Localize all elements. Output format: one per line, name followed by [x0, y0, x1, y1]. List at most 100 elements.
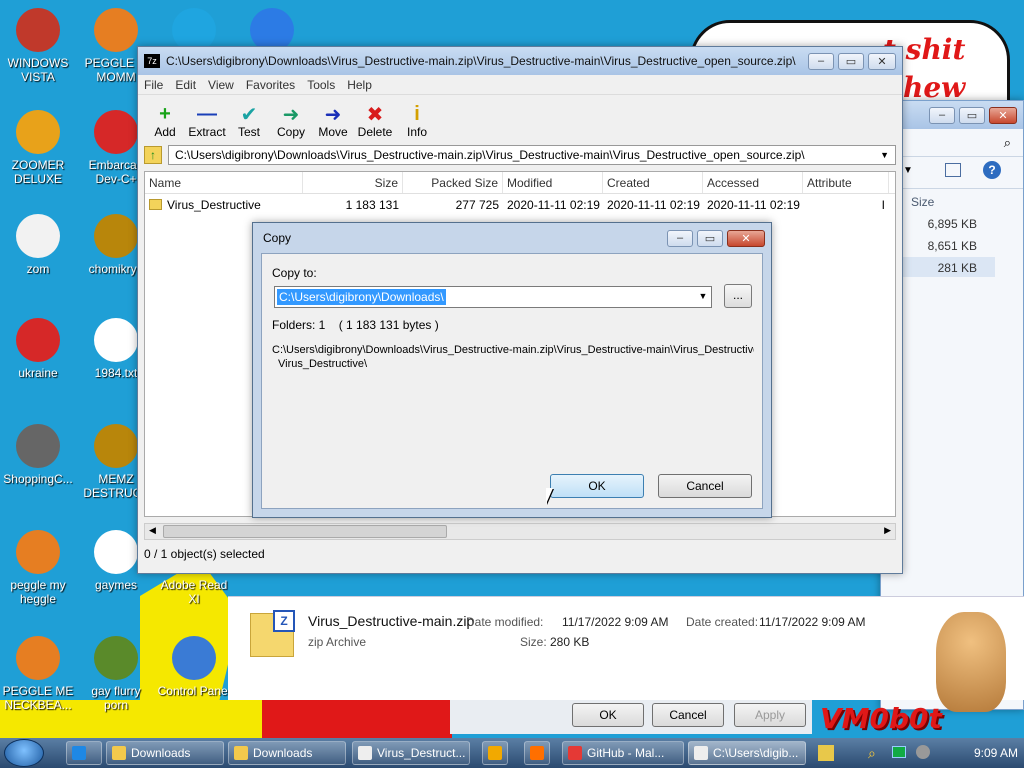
scrollbar-thumb[interactable]: [163, 525, 447, 538]
column-header[interactable]: Packed Size: [403, 172, 503, 193]
cancel-button[interactable]: Cancel: [658, 474, 752, 498]
column-header[interactable]: Size: [303, 172, 403, 193]
address-dropdown-icon[interactable]: ▼: [880, 150, 889, 160]
toolbar-copy-button[interactable]: ➜ Copy: [270, 103, 312, 140]
source-path-line1: C:\Users\digibrony\Downloads\Virus_Destr…: [272, 344, 754, 356]
properties-apply-button[interactable]: Apply: [734, 703, 806, 727]
network-icon[interactable]: [892, 746, 906, 758]
desktop-icon[interactable]: ShoppingC...: [0, 424, 76, 486]
toolbar-extract-button[interactable]: — Extract: [186, 102, 228, 140]
view-dropdown-icon[interactable]: ▼: [903, 165, 913, 176]
chevron-down-icon[interactable]: ▼: [697, 291, 709, 301]
menu-item[interactable]: Tools: [301, 78, 341, 92]
tray-icon[interactable]: [818, 745, 834, 761]
desktop-icon-image: [16, 8, 60, 52]
horizontal-scrollbar[interactable]: ◀ ▶: [144, 523, 896, 540]
menu-bar: File Edit View Favorites Tools Help: [138, 75, 902, 95]
menu-item[interactable]: Help: [341, 78, 378, 92]
help-icon[interactable]: ?: [983, 161, 1001, 179]
taskbar-item[interactable]: [482, 741, 508, 765]
extract-icon: —: [197, 102, 217, 125]
menu-item[interactable]: View: [202, 78, 240, 92]
taskbar-item[interactable]: Downloads: [106, 741, 224, 765]
search-tray-icon[interactable]: ⌕: [868, 745, 876, 762]
toolbar-label: Info: [406, 125, 427, 139]
toolbar-info-button[interactable]: i Info: [396, 102, 438, 140]
desktop-icon-image: [94, 8, 138, 52]
desktop-icon-image: [16, 530, 60, 574]
desktop-icon-image: [16, 636, 60, 680]
size-column-header[interactable]: Size: [911, 195, 934, 209]
dialog-maximize-button[interactable]: ▭: [697, 229, 723, 247]
toolbar-delete-button[interactable]: ✖ Delete: [354, 103, 396, 140]
menu-item[interactable]: Favorites: [240, 78, 301, 92]
up-folder-icon[interactable]: ↑: [144, 146, 162, 164]
desktop-icon[interactable]: gay flurry porn: [78, 636, 154, 712]
taskbar-item[interactable]: Virus_Destruct...: [352, 741, 470, 765]
sevenzip-minimize-button[interactable]: ‒: [808, 52, 834, 70]
desktop-icon[interactable]: ukraine: [0, 318, 76, 380]
desktop-icon-label: ShoppingC...: [3, 472, 73, 486]
clock[interactable]: 9:09 AM: [974, 746, 1018, 760]
explorer-maximize-button[interactable]: ▭: [959, 106, 985, 124]
desktop-icon-image: [172, 636, 216, 680]
sevenzip-close-button[interactable]: ✕: [868, 52, 896, 70]
column-header[interactable]: Attribute: [803, 172, 889, 193]
menu-item[interactable]: Edit: [169, 78, 202, 92]
column-header[interactable]: Created: [603, 172, 703, 193]
copy-to-combobox[interactable]: C:\Users\digibrony\Downloads\ ▼: [274, 286, 712, 308]
size-label: Size:: [520, 635, 547, 649]
table-row[interactable]: Virus_Destructive 1 183 131 277 725 2020-11…: [145, 194, 895, 216]
test-icon: ✔: [240, 103, 258, 126]
toolbar-test-button[interactable]: ✔ Test: [228, 103, 270, 140]
volume-icon[interactable]: [916, 745, 930, 759]
dialog-close-button[interactable]: ✕: [727, 229, 765, 247]
copy-to-value[interactable]: C:\Users\digibrony\Downloads\: [277, 289, 446, 305]
properties-cancel-button[interactable]: Cancel: [652, 703, 724, 727]
folders-info: Folders: 1 ( 1 183 131 bytes ): [272, 318, 439, 332]
info-icon: i: [414, 102, 420, 125]
column-header[interactable]: Name: [145, 172, 303, 193]
search-icon[interactable]: ⌕: [1004, 135, 1011, 151]
desktop-icon[interactable]: zom: [0, 214, 76, 276]
sevenzip-maximize-button[interactable]: ▭: [838, 52, 864, 70]
desktop-icon[interactable]: peggle my heggle: [0, 530, 76, 606]
taskbar-item[interactable]: [524, 741, 550, 765]
browse-button[interactable]: ...: [724, 284, 752, 308]
column-header[interactable]: Modified: [503, 172, 603, 193]
mouse-cursor-icon: [546, 488, 553, 504]
table-cell: 2020-11-11 02:19: [507, 198, 600, 212]
taskbar-item-icon: [694, 746, 708, 760]
desktop-icon-image: [16, 110, 60, 154]
explorer-minimize-button[interactable]: ‒: [929, 106, 955, 124]
scroll-right-icon[interactable]: ▶: [884, 525, 891, 536]
properties-ok-button[interactable]: OK: [572, 703, 644, 727]
date-modified-value: 11/17/2022 9:09 AM: [562, 615, 669, 629]
explorer-close-button[interactable]: ✕: [989, 106, 1017, 124]
toolbar-label: Extract: [188, 125, 226, 139]
desktop-icon[interactable]: PEGGLE ME NECKBEA...: [0, 636, 76, 712]
column-header[interactable]: Accessed: [703, 172, 803, 193]
start-button[interactable]: [4, 739, 44, 767]
taskbar-item[interactable]: Downloads: [228, 741, 346, 765]
toolbar-add-button[interactable]: + Add: [144, 103, 186, 140]
taskbar-item[interactable]: GitHub - Mal...: [562, 741, 684, 765]
scroll-left-icon[interactable]: ◀: [149, 525, 156, 536]
desktop-icon-image: [94, 530, 138, 574]
menu-item[interactable]: File: [138, 78, 169, 92]
address-bar[interactable]: C:\Users\digibrony\Downloads\Virus_Destr…: [168, 145, 896, 165]
preview-pane-icon[interactable]: [945, 163, 961, 177]
desktop-icon[interactable]: Control Panel: [156, 636, 232, 698]
desktop-icon[interactable]: WINDOWS VISTA: [0, 8, 76, 84]
taskbar-item-label: C:\Users\digib...: [713, 746, 799, 760]
desktop-icon[interactable]: ZOOMER DELUXE: [0, 110, 76, 186]
desktop-icon-label: WINDOWS VISTA: [7, 56, 69, 84]
explorer-details-pane: Z Virus_Destructive-main.zip zip Archive…: [228, 596, 1024, 700]
toolbar-move-button[interactable]: ➜ Move: [312, 103, 354, 140]
ok-button[interactable]: OK: [550, 474, 644, 498]
dialog-minimize-button[interactable]: ‒: [667, 229, 693, 247]
taskbar-item[interactable]: [66, 741, 102, 765]
desktop-icon-label: ZOOMER DELUXE: [11, 158, 65, 186]
taskbar-item[interactable]: C:\Users\digib...: [688, 741, 806, 765]
desktop-icon-label: gaymes: [94, 578, 138, 592]
